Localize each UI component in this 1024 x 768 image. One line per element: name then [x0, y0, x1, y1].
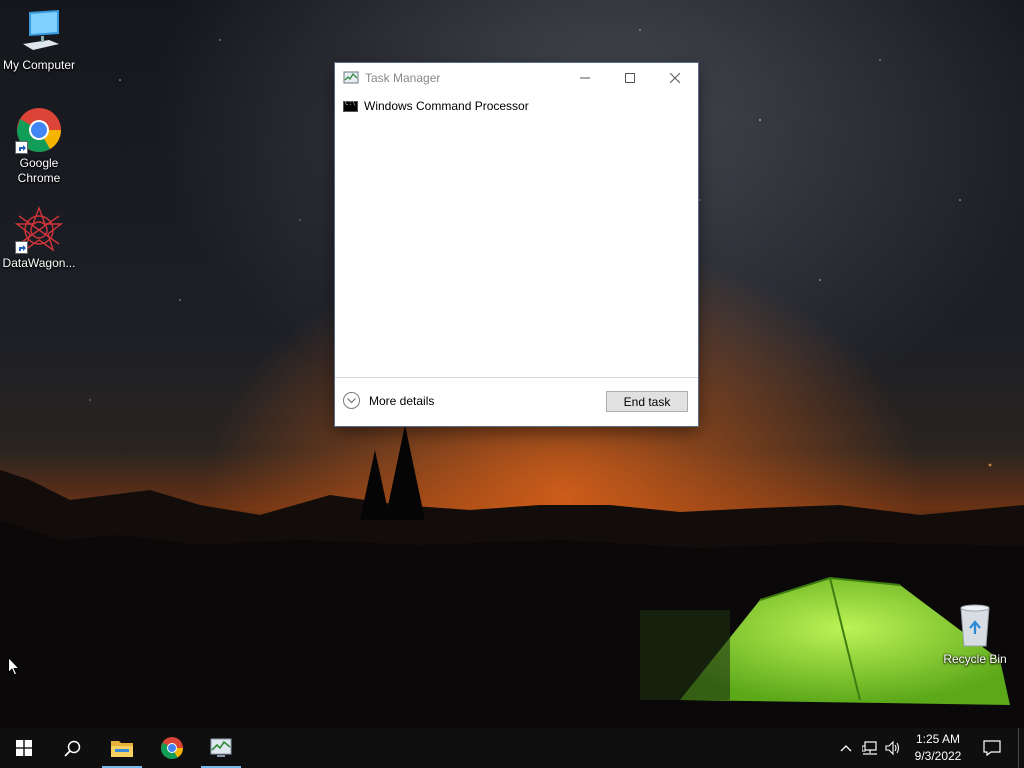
- taskbar-clock[interactable]: 1:25 AM 9/3/2022: [906, 731, 970, 765]
- window-footer: More details End task: [335, 377, 698, 426]
- network-icon[interactable]: [862, 740, 878, 756]
- taskbar-chrome[interactable]: [148, 728, 196, 768]
- windows-start-icon: [16, 740, 32, 756]
- show-desktop-button[interactable]: [1018, 728, 1024, 768]
- clock-date: 9/3/2022: [914, 749, 962, 763]
- taskbar: 1:25 AM 9/3/2022: [0, 728, 1024, 768]
- maximize-button[interactable]: [607, 63, 653, 93]
- chevron-up-icon[interactable]: [838, 740, 854, 756]
- chrome-icon: [161, 737, 183, 759]
- process-name: Windows Command Processor: [364, 99, 529, 113]
- computer-icon: [15, 8, 63, 56]
- chrome-icon: [15, 106, 63, 154]
- minimize-icon: [580, 77, 590, 79]
- cmd-icon: [343, 100, 358, 112]
- taskbar-file-explorer[interactable]: [98, 728, 146, 768]
- desktop-icon-google-chrome[interactable]: Google Chrome: [0, 106, 78, 186]
- clock-time: 1:25 AM: [915, 732, 961, 746]
- close-icon: [670, 73, 680, 83]
- desktop-icon-my-computer[interactable]: My Computer: [0, 8, 78, 73]
- minimize-button[interactable]: [562, 63, 608, 93]
- process-row[interactable]: Windows Command Processor: [335, 93, 698, 119]
- mouse-cursor-icon: [8, 657, 20, 676]
- recycle-bin-icon: [951, 602, 999, 650]
- notification-icon[interactable]: [983, 739, 1001, 757]
- maximize-icon: [625, 73, 635, 83]
- desktop-icon-label: My Computer: [2, 58, 76, 72]
- taskbar-task-manager[interactable]: [197, 728, 245, 768]
- end-task-button[interactable]: End task: [606, 391, 688, 412]
- file-explorer-icon: [111, 741, 133, 757]
- task-manager-window[interactable]: Task Manager Windows Command Processor M…: [335, 63, 698, 426]
- chevron-down-icon: [343, 392, 360, 409]
- more-details-label: More details: [369, 393, 435, 408]
- window-title: Task Manager: [365, 71, 441, 85]
- process-list: Windows Command Processor: [335, 93, 698, 377]
- title-bar[interactable]: Task Manager: [335, 63, 698, 93]
- desktop-icon-datawagon[interactable]: DataWagon...: [0, 206, 78, 271]
- close-button[interactable]: [652, 63, 698, 93]
- shortcut-arrow-icon: [15, 241, 28, 254]
- more-details-toggle[interactable]: More details: [343, 392, 434, 409]
- desktop-icon-label: DataWagon...: [2, 256, 76, 270]
- start-button[interactable]: [0, 728, 48, 768]
- task-manager-icon: [210, 738, 232, 757]
- shortcut-arrow-icon: [15, 141, 28, 154]
- desktop-icon-label: Recycle Bin: [943, 652, 1007, 666]
- datawagon-icon: [14, 206, 64, 254]
- search-icon: [63, 740, 80, 757]
- desktop-icon-label: Google Chrome: [17, 156, 61, 185]
- volume-icon[interactable]: [885, 740, 901, 756]
- search-button[interactable]: [48, 728, 96, 768]
- desktop-icon-recycle-bin[interactable]: Recycle Bin: [936, 602, 1014, 667]
- task-manager-icon: [343, 71, 359, 84]
